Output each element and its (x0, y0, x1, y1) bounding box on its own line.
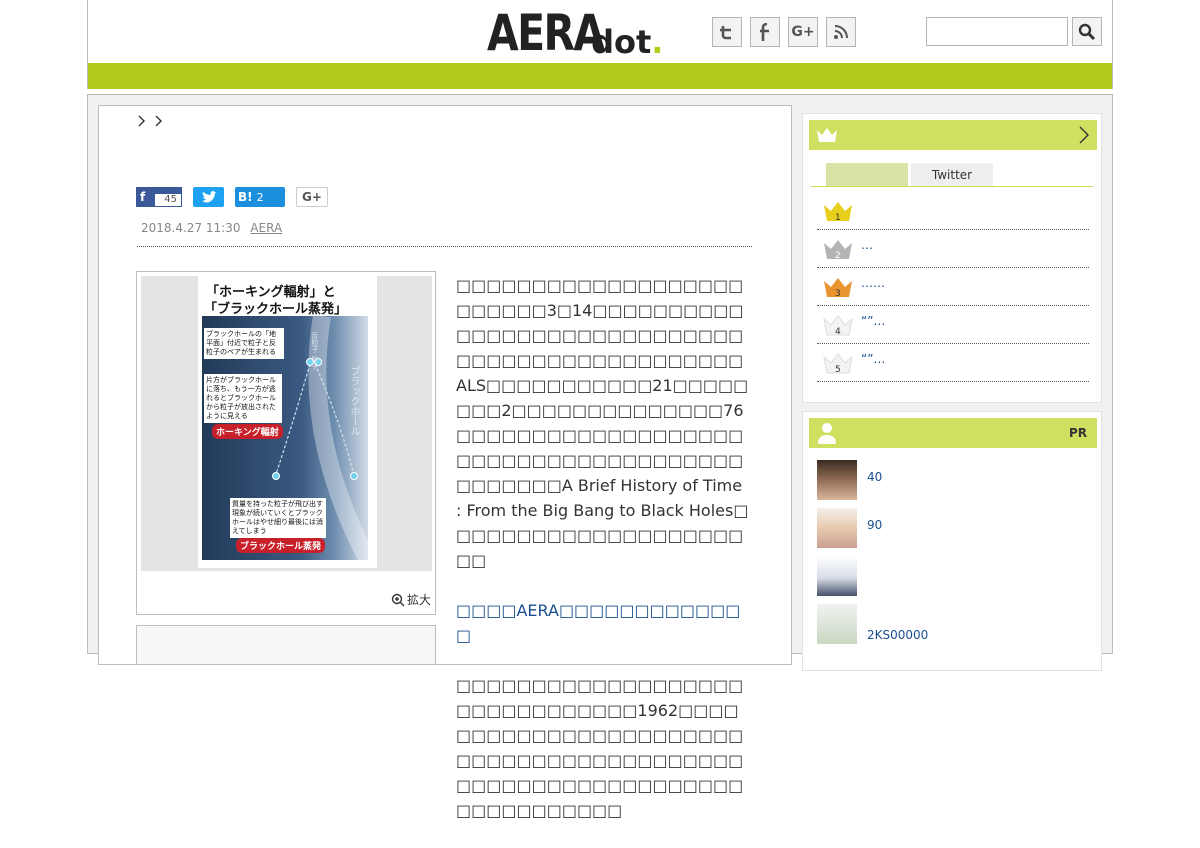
escaping-particle-dot (272, 472, 280, 480)
zoom-in-icon (391, 593, 405, 606)
people-header[interactable]: PR (809, 418, 1097, 448)
logo-aera: AERA (487, 4, 605, 62)
figure-radiation-label: ホーキング輻射 (212, 424, 283, 439)
search-button[interactable] (1072, 17, 1102, 46)
social-links: G+ (712, 17, 856, 47)
figure-particle-label: 反粒子 粒子 (311, 332, 319, 370)
falling-particle-dot (350, 472, 358, 480)
facebook-share-button[interactable]: f 45 (136, 187, 182, 207)
tab-twitter[interactable]: Twitter (911, 163, 993, 186)
site-header: AERA dot. G+ (87, 0, 1113, 63)
crown-icon (817, 128, 837, 142)
hatena-count: 2 (256, 190, 264, 204)
twitter-share-button[interactable] (193, 187, 224, 207)
search-icon (1078, 23, 1096, 40)
person-thumbnail[interactable] (817, 508, 857, 548)
chevron-right-icon (1079, 126, 1089, 144)
ranking-item[interactable]: 2 … (817, 230, 1089, 268)
hatena-bookmark-button[interactable]: B! 2 (235, 187, 285, 207)
aera-subscribe-link[interactable]: □□□□AERA□□□□□□□□□□□□□ (456, 598, 752, 648)
figure-step1-box: ブラックホールの「地平面」付近で粒子と反粒子のペアが生まれる (204, 328, 284, 359)
ranking-item[interactable]: 5 “”… (817, 344, 1089, 382)
crown-icon: 4 (823, 315, 853, 336)
ranking-item[interactable]: 3 …… (817, 268, 1089, 306)
zoom-label: 拡大 (406, 593, 431, 607)
article-paragraph: □□□□□□□□□□□□□□□□□□□□□□□□□3□14□□□□□□□□□□□… (456, 276, 749, 570)
svg-text:3: 3 (835, 289, 841, 298)
chevron-right-icon (138, 115, 162, 127)
figure-step2-box: 片方がブラックホールに落ち、もう一方が逃れるとブラックホールから粒子が放出された… (204, 374, 282, 423)
person-thumbnail[interactable] (817, 604, 857, 644)
share-buttons: f 45 B! 2 G+ (136, 187, 328, 207)
person-icon (818, 423, 836, 444)
ranking-header[interactable] (809, 120, 1097, 150)
ranking-item[interactable]: 4 “”… (817, 306, 1089, 344)
figure-background: 「ホーキング輻射」と 「ブラックホール蒸発」 反粒子 粒子 ブラックホール ブラ… (141, 276, 432, 571)
site-logo[interactable]: AERA dot. (487, 6, 663, 58)
facebook-icon: f (140, 190, 146, 204)
facebook-share-count: 45 (154, 193, 182, 207)
hatena-label: B! (238, 190, 253, 204)
rss-icon[interactable] (826, 17, 856, 47)
pr-label: PR (1068, 426, 1087, 440)
bronze-crown-icon: 3 (824, 278, 852, 298)
ranking-item-title: …… (861, 276, 885, 290)
person-link[interactable]: 2KS00000 (867, 628, 928, 642)
ranking-tabs: Twitter (811, 163, 1093, 187)
divider (137, 246, 752, 247)
figure-evaporation-label: ブラックホール蒸発 (236, 538, 326, 553)
article-meta: 2018.4.27 11:30 AERA (141, 221, 282, 235)
person-thumbnail[interactable] (817, 556, 857, 596)
tab-access[interactable] (826, 163, 908, 186)
ranking-widget: Twitter 1 2 … 3 …… 4 “”… 5 “”… (802, 113, 1102, 403)
ranking-item-title: “”… (861, 314, 886, 328)
facebook-icon[interactable] (750, 17, 780, 47)
svg-text:2: 2 (835, 251, 841, 260)
person-link[interactable]: 40 (867, 470, 882, 484)
zoom-button[interactable]: 拡大 (391, 591, 431, 608)
svg-text:5: 5 (835, 365, 841, 374)
article: f 45 B! 2 G+ 2018.4.27 11:30 AERA 「ホーキング… (98, 105, 792, 820)
google-plus-icon[interactable]: G+ (788, 17, 818, 47)
article-figure[interactable]: 「ホーキング輻射」と 「ブラックホール蒸発」 反粒子 粒子 ブラックホール ブラ… (136, 271, 436, 615)
article-source-link[interactable]: AERA (250, 221, 282, 235)
ranking-item-title: … (861, 238, 873, 252)
search-input[interactable] (926, 17, 1068, 46)
person-thumbnail[interactable] (817, 460, 857, 500)
figure-step3-box: 質量を持った粒子が飛び出す現象が続いていくとブラックホールはやせ細り最後には消え… (230, 498, 326, 538)
twitter-icon[interactable] (712, 17, 742, 47)
gold-crown-icon: 1 (824, 202, 852, 222)
person-link[interactable]: 90 (867, 518, 882, 532)
ranking-item-title: “”… (861, 352, 886, 366)
svg-text:1: 1 (835, 213, 841, 222)
ranking-item[interactable]: 1 (817, 192, 1089, 230)
crown-icon: 5 (823, 353, 853, 374)
figure-vertical-label: ブラックホール (348, 366, 359, 436)
article-figure-2[interactable] (136, 625, 436, 665)
figure-title-line2: 「ブラックホール蒸発」 (204, 302, 348, 317)
twitter-bird-icon (201, 190, 217, 203)
svg-text:4: 4 (835, 327, 841, 336)
article-body: □□□□□□□□□□□□□□□□□□□□□□□□□3□14□□□□□□□□□□□… (456, 273, 752, 848)
google-plus-share-button[interactable]: G+ (296, 187, 328, 207)
hawking-radiation-diagram: 「ホーキング輻射」と 「ブラックホール蒸発」 反粒子 粒子 ブラックホール ブラ… (198, 276, 377, 568)
silver-crown-icon: 2 (824, 240, 852, 260)
figure-panel: 反粒子 粒子 ブラックホール ブラックホールの「地平面」付近で粒子と反粒子のペア… (202, 316, 368, 560)
article-paragraph: □□□□□□□□□□□□□□□□□□□□□□□□□□□□□□□1962□□□□□… (456, 676, 744, 820)
article-date: 2018.4.27 11:30 (141, 221, 241, 235)
people-widget: PR 40 90 2KS00000 (802, 411, 1102, 671)
nav-bar[interactable] (88, 63, 1112, 89)
breadcrumb[interactable] (137, 114, 167, 132)
